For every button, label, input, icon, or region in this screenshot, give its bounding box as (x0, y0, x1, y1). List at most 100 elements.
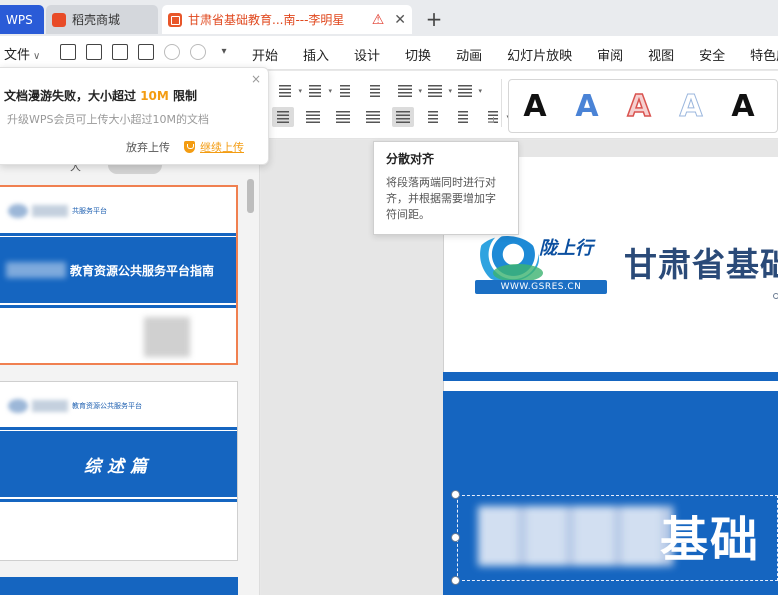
warning-icon[interactable]: ⚠ (372, 12, 385, 28)
thumb1-title-band: 教育资源公共服务平台指南 (0, 237, 236, 303)
tab-wps-home[interactable]: WPS (0, 5, 44, 34)
thumb1-logo (8, 204, 28, 218)
numbered-list-icon[interactable]: ▾ (304, 81, 332, 101)
menu-slideshow[interactable]: 幻灯片放映 (507, 45, 572, 64)
wave-logo-icon (475, 236, 543, 282)
paragraph-spacing-icon[interactable] (452, 107, 474, 127)
text-style-light-outline[interactable]: A (665, 88, 717, 124)
slide-thumbnail-3[interactable] (0, 577, 238, 595)
menu-insert[interactable]: 插入 (303, 45, 329, 64)
thumbnail-scrollbar[interactable] (247, 179, 254, 213)
tab-wps-label: WPS (6, 12, 33, 27)
tab-document-title: 甘肃省基础教育...南---李明星 (188, 13, 345, 27)
bullet-list-icon[interactable]: ▾ (274, 81, 302, 101)
popup-title-prefix: 文档漫游失败，大小超过 (4, 89, 141, 103)
text-style-bold-black[interactable]: A (717, 89, 769, 124)
paragraph-row-2: ▾ (272, 107, 510, 127)
menu-security[interactable]: 安全 (699, 45, 725, 64)
shield-icon (184, 141, 195, 153)
slide-thumbnail-2[interactable]: 教育资源公共服务平台 综述篇 (0, 381, 238, 561)
distributed-align-tooltip: 分散对齐 将段落两端同时进行对齐，并根据需要增加字符间距。 (373, 141, 519, 235)
columns-icon[interactable]: ▾ (454, 81, 482, 101)
popup-title: 文档漫游失败，大小超过 10M 限制 (4, 87, 197, 104)
text-direction-icon[interactable]: ▾ (394, 81, 422, 101)
quick-access-toolbar: ▾ (60, 44, 232, 60)
popup-close-icon[interactable]: × (251, 72, 261, 86)
print-icon[interactable] (112, 44, 128, 60)
selected-textbox[interactable] (457, 495, 778, 581)
redo-icon[interactable] (190, 44, 206, 60)
chevron-down-icon: ∨ (33, 51, 41, 62)
thumb2-title-band: 综述篇 (0, 431, 237, 497)
menu-start[interactable]: 开始 (252, 45, 278, 64)
popup-title-suffix: 限制 (168, 89, 198, 103)
tooltip-body: 将段落两端同时进行对齐，并根据需要增加字符间距。 (386, 176, 496, 221)
ribbon-divider (501, 79, 502, 127)
tab-daoke-label: 稻壳商城 (72, 13, 121, 27)
increase-indent-icon[interactable] (364, 81, 386, 101)
align-text-icon[interactable]: ▾ (424, 81, 452, 101)
distributed-align-icon[interactable] (392, 107, 414, 127)
menu-special-apps[interactable]: 特色应 (750, 45, 778, 64)
text-style-gallery: A A A A A (508, 79, 778, 133)
align-right-icon[interactable] (332, 107, 354, 127)
thumb1-redacted-block (144, 317, 190, 357)
file-menu-button[interactable]: 文件 ∨ (4, 44, 40, 63)
save-icon[interactable] (60, 44, 76, 60)
menu-transition[interactable]: 切换 (405, 45, 431, 64)
text-style-blue[interactable]: A (561, 89, 613, 124)
thumb1-stripe (0, 233, 236, 236)
roaming-failure-popup: × 文档漫游失败，大小超过 10M 限制 升级WPS会员可上传大小超过10M的文… (0, 67, 269, 165)
slide-heading[interactable]: 甘肃省基础 (624, 238, 778, 286)
slide-thumbnail-panel: 大 共服务平台 教育资源公共服务平台指南 教育资源公共服务平台 综述篇 (0, 140, 260, 595)
ribbon-tabs: 开始 插入 设计 切换 动画 幻灯片放映 审阅 视图 安全 特色应 (252, 45, 778, 64)
menu-review[interactable]: 审阅 (597, 45, 623, 64)
abandon-upload-button[interactable]: 放弃上传 (126, 139, 170, 155)
thumb1-stripe-bottom (0, 305, 236, 308)
thumb2-stripe-bottom (0, 499, 237, 502)
paragraph-row-1: ▾ ▾ ▾ ▾ ▾ (274, 81, 482, 101)
resize-handle-right[interactable] (773, 293, 778, 299)
undo-icon[interactable] (164, 44, 180, 60)
paragraph-dialog-launcher-icon[interactable] (488, 117, 494, 123)
text-style-red-outline[interactable]: A (613, 88, 665, 125)
tab-bar: WPS 稻壳商城 甘肃省基础教育...南---李明星 ⚠ ✕ + (0, 0, 778, 36)
menu-view[interactable]: 视图 (648, 45, 674, 64)
close-tab-icon[interactable]: ✕ (394, 12, 406, 28)
resize-handle-top-left[interactable] (451, 490, 460, 499)
thumb1-title: 教育资源公共服务平台指南 (70, 263, 215, 278)
daoke-flame-icon (52, 12, 66, 27)
print-preview-icon[interactable] (138, 44, 154, 60)
tab-current-document[interactable]: 甘肃省基础教育...南---李明星 ⚠ ✕ (162, 5, 412, 34)
continue-upload-button[interactable]: 继续上传 (184, 139, 244, 155)
thumb1-header: 共服务平台 (0, 187, 236, 235)
thumb1-redacted-text (32, 205, 68, 217)
thumb2-header-caption: 教育资源公共服务平台 (72, 402, 142, 410)
thumb2-stripe (0, 427, 237, 430)
align-center-icon[interactable] (302, 107, 324, 127)
file-menu-label: 文件 (4, 48, 31, 63)
menu-animation[interactable]: 动画 (456, 45, 482, 64)
text-style-black[interactable]: A (509, 89, 561, 124)
decrease-indent-icon[interactable] (334, 81, 356, 101)
slide-logo: 陇上行 WWW.GSRES.CN (473, 232, 609, 296)
align-left-icon[interactable] (272, 107, 294, 127)
line-spacing-icon[interactable] (422, 107, 444, 127)
popup-size-limit: 10M (140, 89, 169, 103)
thumb2-header: 教育资源公共服务平台 (0, 382, 237, 430)
new-tab-button[interactable]: + (422, 7, 446, 31)
resize-handle-bottom-left[interactable] (451, 576, 460, 585)
tooltip-title: 分散对齐 (386, 152, 435, 166)
tab-daoke-store[interactable]: 稻壳商城 (46, 5, 158, 34)
slide-thumbnail-1[interactable]: 共服务平台 教育资源公共服务平台指南 (0, 185, 238, 365)
thumb1-header-caption: 共服务平台 (72, 207, 107, 215)
menu-design[interactable]: 设计 (354, 45, 380, 64)
menu-bar: 文件∨ ▾ 开始 插入 设计 切换 动画 幻灯片放映 审阅 视图 安全 特色应 (0, 36, 778, 70)
resize-handle-mid-left[interactable] (451, 533, 460, 542)
thumb2-title: 综述篇 (84, 456, 153, 477)
export-pdf-icon[interactable] (86, 44, 102, 60)
thumb2-redacted-text (32, 400, 68, 412)
thumb2-logo (8, 399, 28, 413)
customize-toolbar-icon[interactable]: ▾ (216, 44, 232, 60)
justify-icon[interactable] (362, 107, 384, 127)
